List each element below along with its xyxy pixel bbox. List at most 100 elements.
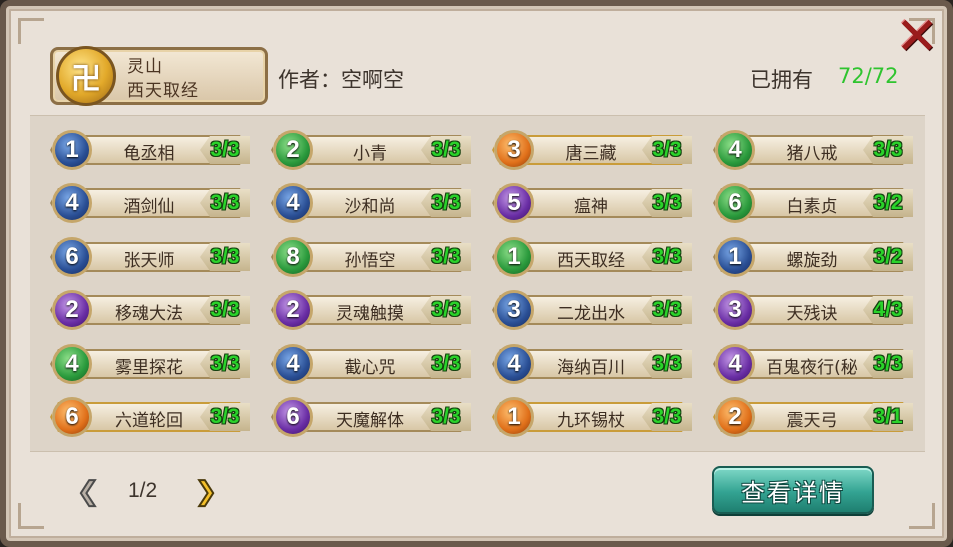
card-item[interactable]: 4 截心咒 3/3 (265, 343, 475, 385)
card-name: 九环锡杖 (557, 411, 625, 431)
card-count: 3/3 (200, 189, 250, 217)
card-item[interactable]: 6 六道轮回 3/3 (44, 396, 254, 438)
card-name: 西天取经 (557, 251, 625, 271)
cost-orb: 8 (273, 237, 313, 277)
card-name: 龟丞相 (123, 144, 175, 164)
card-count: 3/2 (863, 243, 913, 271)
corner-ornament (18, 18, 44, 44)
card-item[interactable]: 4 海纳百川 3/3 (486, 343, 696, 385)
cost-orb: 6 (715, 183, 755, 223)
card-count: 3/3 (200, 403, 250, 431)
chevron-right-icon[interactable]: ❯ (192, 476, 220, 508)
card-count: 3/3 (421, 296, 471, 324)
card-count: 3/3 (863, 350, 913, 378)
corner-ornament (909, 503, 935, 529)
card-name: 灵魂触摸 (336, 304, 404, 324)
close-button[interactable]: ✕ (894, 11, 940, 63)
card-name: 唐三藏 (565, 144, 617, 164)
cost-orb: 4 (715, 130, 755, 170)
set-emblem-icon: 卍 (56, 46, 116, 106)
cost-orb: 3 (494, 290, 534, 330)
card-item[interactable]: 3 天残诀 4/3 (707, 289, 917, 331)
card-item[interactable]: 4 沙和尚 3/3 (265, 182, 475, 224)
cost-orb: 1 (494, 397, 534, 437)
card-item[interactable]: 6 白素贞 3/2 (707, 182, 917, 224)
card-item[interactable]: 2 移魂大法 3/3 (44, 289, 254, 331)
card-count: 4/3 (863, 296, 913, 324)
owned-count: 72/72 (838, 64, 899, 88)
card-count: 3/3 (421, 243, 471, 271)
cost-orb: 6 (52, 237, 92, 277)
cost-orb: 2 (273, 290, 313, 330)
card-name: 雾里探花 (115, 358, 183, 378)
owned-label: 已拥有 (750, 68, 813, 92)
cost-orb: 4 (273, 183, 313, 223)
card-item[interactable]: 1 九环锡杖 3/3 (486, 396, 696, 438)
card-item[interactable]: 1 螺旋劲 3/2 (707, 236, 917, 278)
page-indicator: 1/2 (128, 479, 158, 502)
corner-ornament (18, 503, 44, 529)
card-item[interactable]: 4 雾里探花 3/3 (44, 343, 254, 385)
card-name: 截心咒 (344, 358, 396, 378)
card-count: 3/3 (200, 243, 250, 271)
card-item[interactable]: 3 唐三藏 3/3 (486, 129, 696, 171)
chevron-left-icon[interactable]: ❮ (74, 476, 102, 508)
card-count: 3/3 (200, 350, 250, 378)
cost-orb: 2 (273, 130, 313, 170)
card-name: 震天弓 (786, 411, 838, 431)
card-item[interactable]: 4 百鬼夜行(秘 3/3 (707, 343, 917, 385)
card-item[interactable]: 8 孙悟空 3/3 (265, 236, 475, 278)
card-item[interactable]: 3 二龙出水 3/3 (486, 289, 696, 331)
card-item[interactable]: 1 西天取经 3/3 (486, 236, 696, 278)
cost-orb: 4 (52, 344, 92, 384)
card-name: 六道轮回 (115, 411, 183, 431)
cost-orb: 1 (52, 130, 92, 170)
card-name: 二龙出水 (557, 304, 625, 324)
cost-orb: 2 (52, 290, 92, 330)
card-count: 3/3 (642, 189, 692, 217)
card-item[interactable]: 4 猪八戒 3/3 (707, 129, 917, 171)
card-item[interactable]: 1 龟丞相 3/3 (44, 129, 254, 171)
card-item[interactable]: 2 小青 3/3 (265, 129, 475, 171)
card-name: 孙悟空 (344, 251, 396, 271)
card-item[interactable]: 6 天魔解体 3/3 (265, 396, 475, 438)
card-name: 移魂大法 (115, 304, 183, 324)
card-name: 沙和尚 (344, 197, 396, 217)
cost-orb: 1 (715, 237, 755, 277)
card-item[interactable]: 6 张天师 3/3 (44, 236, 254, 278)
card-count: 3/3 (642, 136, 692, 164)
card-name: 海纳百川 (557, 358, 625, 378)
card-count: 3/3 (421, 136, 471, 164)
card-name: 白素贞 (786, 197, 838, 217)
card-name: 猪八戒 (786, 144, 838, 164)
cost-orb: 5 (494, 183, 534, 223)
view-details-button[interactable]: 查看详情 (712, 466, 874, 514)
card-item[interactable]: 2 灵魂触摸 3/3 (265, 289, 475, 331)
card-count: 3/3 (642, 403, 692, 431)
card-name: 酒剑仙 (123, 197, 175, 217)
card-count: 3/3 (642, 296, 692, 324)
cost-orb: 6 (273, 397, 313, 437)
cost-orb: 4 (715, 344, 755, 384)
card-count: 3/3 (200, 136, 250, 164)
card-name: 天残诀 (786, 304, 838, 324)
card-name: 小青 (353, 144, 387, 164)
card-name: 天魔解体 (336, 411, 404, 431)
card-count: 3/3 (642, 243, 692, 271)
set-subtitle: 西天取经 (127, 81, 199, 101)
cost-orb: 4 (52, 183, 92, 223)
card-count: 3/3 (421, 350, 471, 378)
card-count: 3/1 (863, 403, 913, 431)
card-count: 3/3 (421, 403, 471, 431)
cost-orb: 3 (494, 130, 534, 170)
cost-orb: 4 (494, 344, 534, 384)
author-label: 作者：空啊空 (278, 68, 404, 92)
card-count: 3/3 (200, 296, 250, 324)
card-item[interactable]: 2 震天弓 3/1 (707, 396, 917, 438)
cost-orb: 2 (715, 397, 755, 437)
card-item[interactable]: 5 瘟神 3/3 (486, 182, 696, 224)
cost-orb: 1 (494, 237, 534, 277)
cost-orb: 6 (52, 397, 92, 437)
card-item[interactable]: 4 酒剑仙 3/3 (44, 182, 254, 224)
card-name: 瘟神 (574, 197, 608, 217)
